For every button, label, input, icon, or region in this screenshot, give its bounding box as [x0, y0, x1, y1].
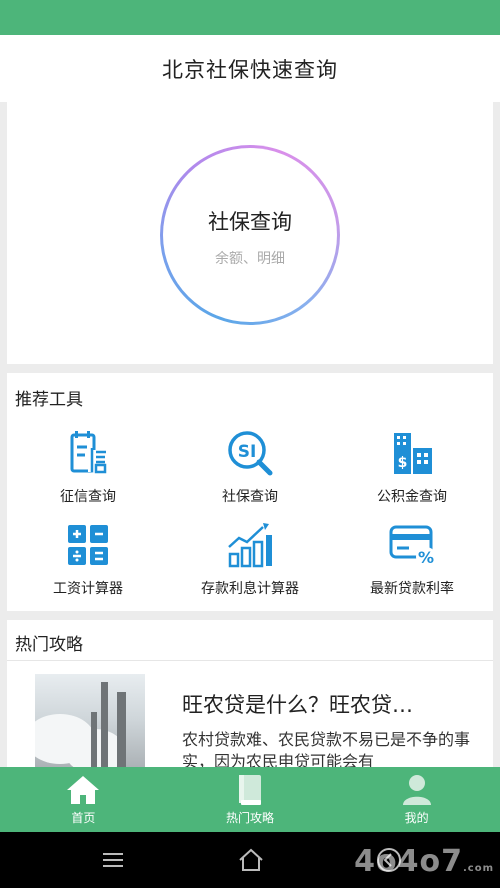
article-thumbnail	[35, 674, 145, 770]
menu-button[interactable]	[98, 846, 128, 874]
recommended-tools-section: 推荐工具 征信查询 SI 社保查询 $ 公积金查询 工资计算器 存款利息计算器 …	[7, 373, 493, 611]
book-icon	[239, 774, 261, 805]
calculator-icon	[68, 525, 108, 565]
svg-text:$: $	[398, 455, 408, 471]
tool-housing-fund-query[interactable]: $ 公积金查询	[332, 428, 492, 506]
tool-latest-loan-rate[interactable]: % 最新贷款利率	[332, 520, 492, 598]
section-title-guides: 热门攻略	[15, 635, 83, 655]
section-title-tools: 推荐工具	[15, 390, 83, 410]
article-item[interactable]: 旺农贷是什么？旺农贷… 农村贷款难、农民贷款不易已是不争的事实，因为农民申贷可能…	[7, 661, 493, 770]
growth-chart-icon	[228, 523, 272, 568]
app-header: 北京社保快速查询	[0, 35, 500, 102]
article-title: 旺农贷是什么？旺农贷…	[182, 693, 413, 717]
tool-credit-query[interactable]: 征信查询	[8, 428, 168, 506]
home-icon	[67, 775, 100, 804]
tab-label: 热门攻略	[226, 810, 275, 825]
svg-text:%: %	[418, 548, 434, 567]
hero-subtitle: 余额、明细	[215, 251, 285, 267]
tool-label: 公积金查询	[377, 489, 447, 505]
social-security-query-button[interactable]: 社保查询 余额、明细	[160, 145, 340, 325]
tool-label: 工资计算器	[53, 581, 123, 597]
tab-label: 首页	[71, 810, 96, 825]
tab-label: 我的	[404, 810, 429, 825]
tool-social-security-query[interactable]: SI 社保查询	[170, 428, 330, 506]
system-nav-bar: 4o4o7.com	[0, 832, 500, 888]
tool-label: 存款利息计算器	[201, 581, 299, 597]
hero-title: 社保查询	[208, 210, 292, 234]
bottom-tab-bar: 首页 热门攻略 我的	[0, 767, 500, 832]
user-icon	[402, 774, 431, 805]
tool-label: 最新贷款利率	[370, 581, 454, 597]
svg-text:SI: SI	[238, 442, 257, 462]
tool-label: 征信查询	[60, 489, 116, 505]
tab-home[interactable]: 首页	[0, 767, 167, 832]
tool-salary-calculator[interactable]: 工资计算器	[8, 520, 168, 598]
status-bar	[0, 0, 500, 35]
tab-hot-guides[interactable]: 热门攻略	[167, 767, 334, 832]
menu-icon	[103, 853, 123, 867]
home-system-button[interactable]	[236, 846, 266, 874]
si-search-icon: SI	[228, 431, 273, 476]
article-description: 农村贷款难、农民贷款不易已是不争的事实，因为农民申贷可能会有	[182, 730, 471, 770]
hot-guides-section: 热门攻略 旺农贷是什么？旺农贷… 农村贷款难、农民贷款不易已是不争的事实，因为农…	[7, 620, 493, 770]
watermark-logo: 4o4o7.com	[354, 844, 494, 879]
hero-panel: 社保查询 余额、明细	[7, 102, 493, 364]
ring-inner: 社保查询 余额、明细	[163, 148, 337, 322]
tool-deposit-interest-calculator[interactable]: 存款利息计算器	[170, 520, 330, 598]
card-percent-icon: %	[389, 525, 436, 567]
house-outline-icon	[239, 848, 263, 871]
credit-report-icon	[70, 431, 107, 474]
tab-mine[interactable]: 我的	[333, 767, 500, 832]
tool-label: 社保查询	[222, 489, 278, 505]
page-title: 北京社保快速查询	[162, 57, 338, 82]
building-fund-icon: $	[394, 433, 432, 474]
